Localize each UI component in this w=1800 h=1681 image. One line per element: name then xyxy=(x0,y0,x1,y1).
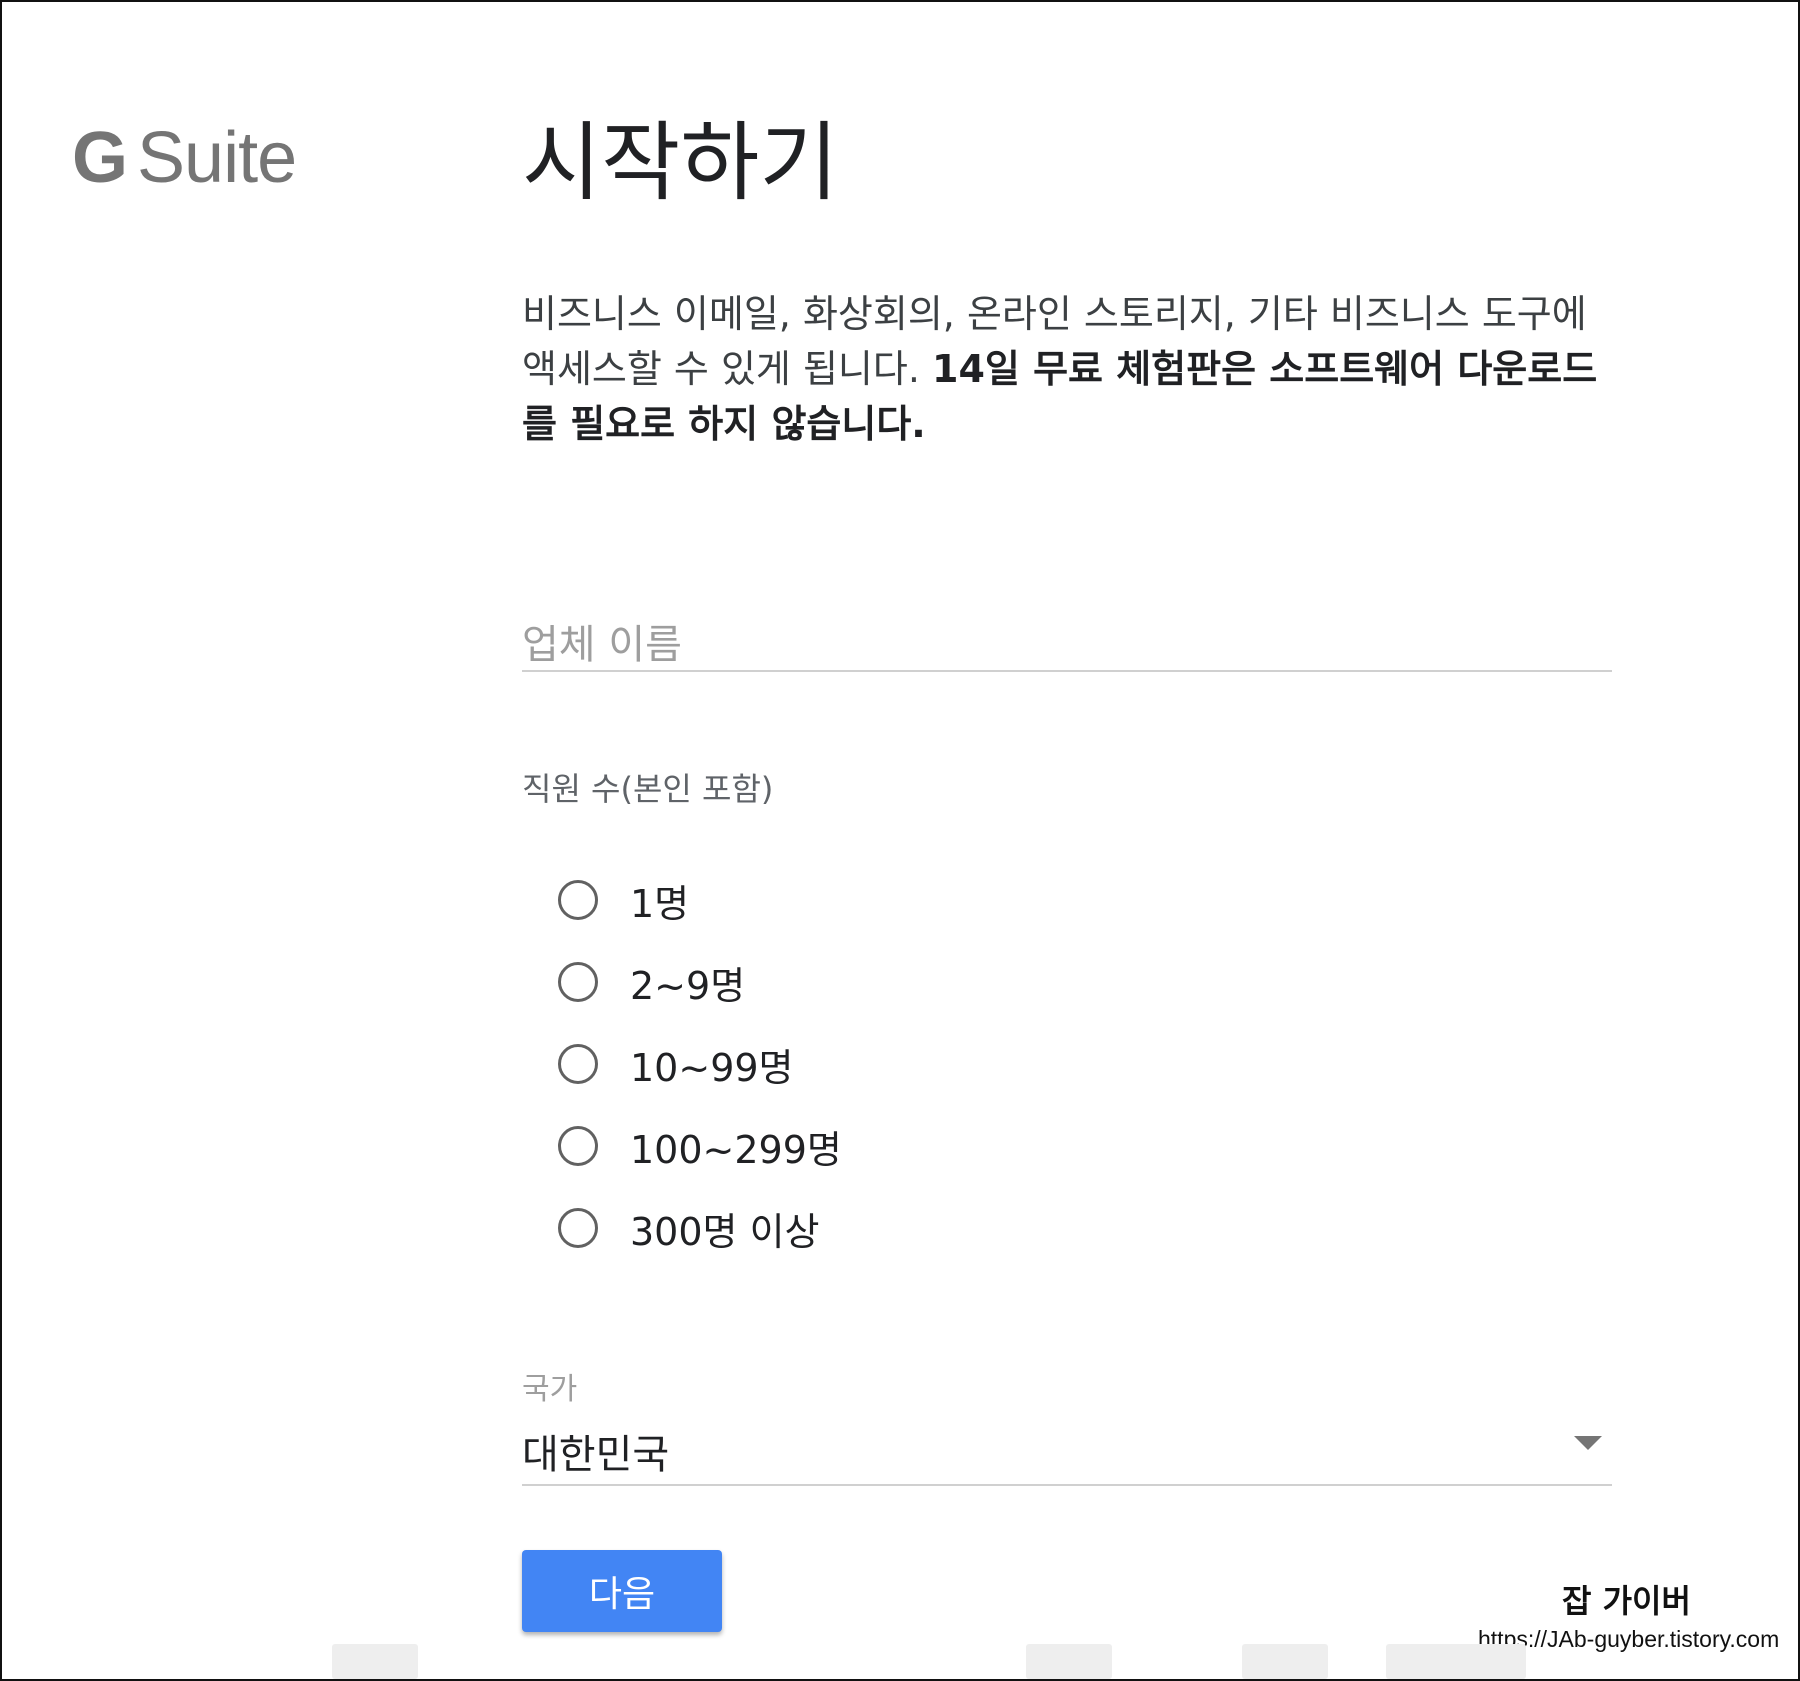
chevron-down-icon[interactable] xyxy=(1574,1436,1602,1450)
faded-footer-item xyxy=(1242,1644,1328,1679)
faded-footer-item xyxy=(1026,1644,1112,1679)
logo-suite: Suite xyxy=(137,118,297,198)
employees-option-100-299[interactable]: 100~299명 xyxy=(558,1121,842,1172)
employees-option-2-9[interactable]: 2~9명 xyxy=(558,957,746,1008)
employees-option-300-plus[interactable]: 300명 이상 xyxy=(558,1203,820,1254)
gsuite-logo: G Suite xyxy=(72,122,297,194)
company-name-input[interactable]: 업체 이름 xyxy=(522,612,682,670)
radio-button[interactable] xyxy=(558,1126,598,1166)
employees-label: 직원 수(본인 포함) xyxy=(522,770,774,808)
employees-option-10-99[interactable]: 10~99명 xyxy=(558,1039,794,1090)
company-name-underline xyxy=(522,670,1612,672)
radio-button[interactable] xyxy=(558,1208,598,1248)
page-frame: G Suite 시작하기 비즈니스 이메일, 화상회의, 온라인 스토리지, 기타… xyxy=(0,0,1800,1681)
radio-label: 300명 이상 xyxy=(630,1209,820,1254)
radio-button[interactable] xyxy=(558,880,598,920)
radio-button[interactable] xyxy=(558,962,598,1002)
country-select-underline xyxy=(522,1484,1612,1486)
intro-description: 비즈니스 이메일, 화상회의, 온라인 스토리지, 기타 비즈니스 도구에 액세… xyxy=(522,287,1612,452)
country-label: 국가 xyxy=(522,1372,578,1407)
faded-footer-item xyxy=(1386,1644,1526,1679)
radio-label: 100~299명 xyxy=(630,1127,842,1172)
radio-label: 1명 xyxy=(630,881,690,926)
watermark-name: 잡 가이버 xyxy=(1562,1582,1691,1620)
faded-footer-item xyxy=(332,1644,418,1679)
employees-option-1[interactable]: 1명 xyxy=(558,875,690,926)
next-button[interactable]: 다음 xyxy=(522,1550,722,1632)
radio-button[interactable] xyxy=(558,1044,598,1084)
logo-g: G xyxy=(72,118,128,198)
radio-label: 10~99명 xyxy=(630,1045,794,1090)
country-select[interactable]: 대한민국 xyxy=(522,1422,669,1480)
radio-label: 2~9명 xyxy=(630,963,746,1008)
page-title: 시작하기 xyxy=(522,113,839,213)
